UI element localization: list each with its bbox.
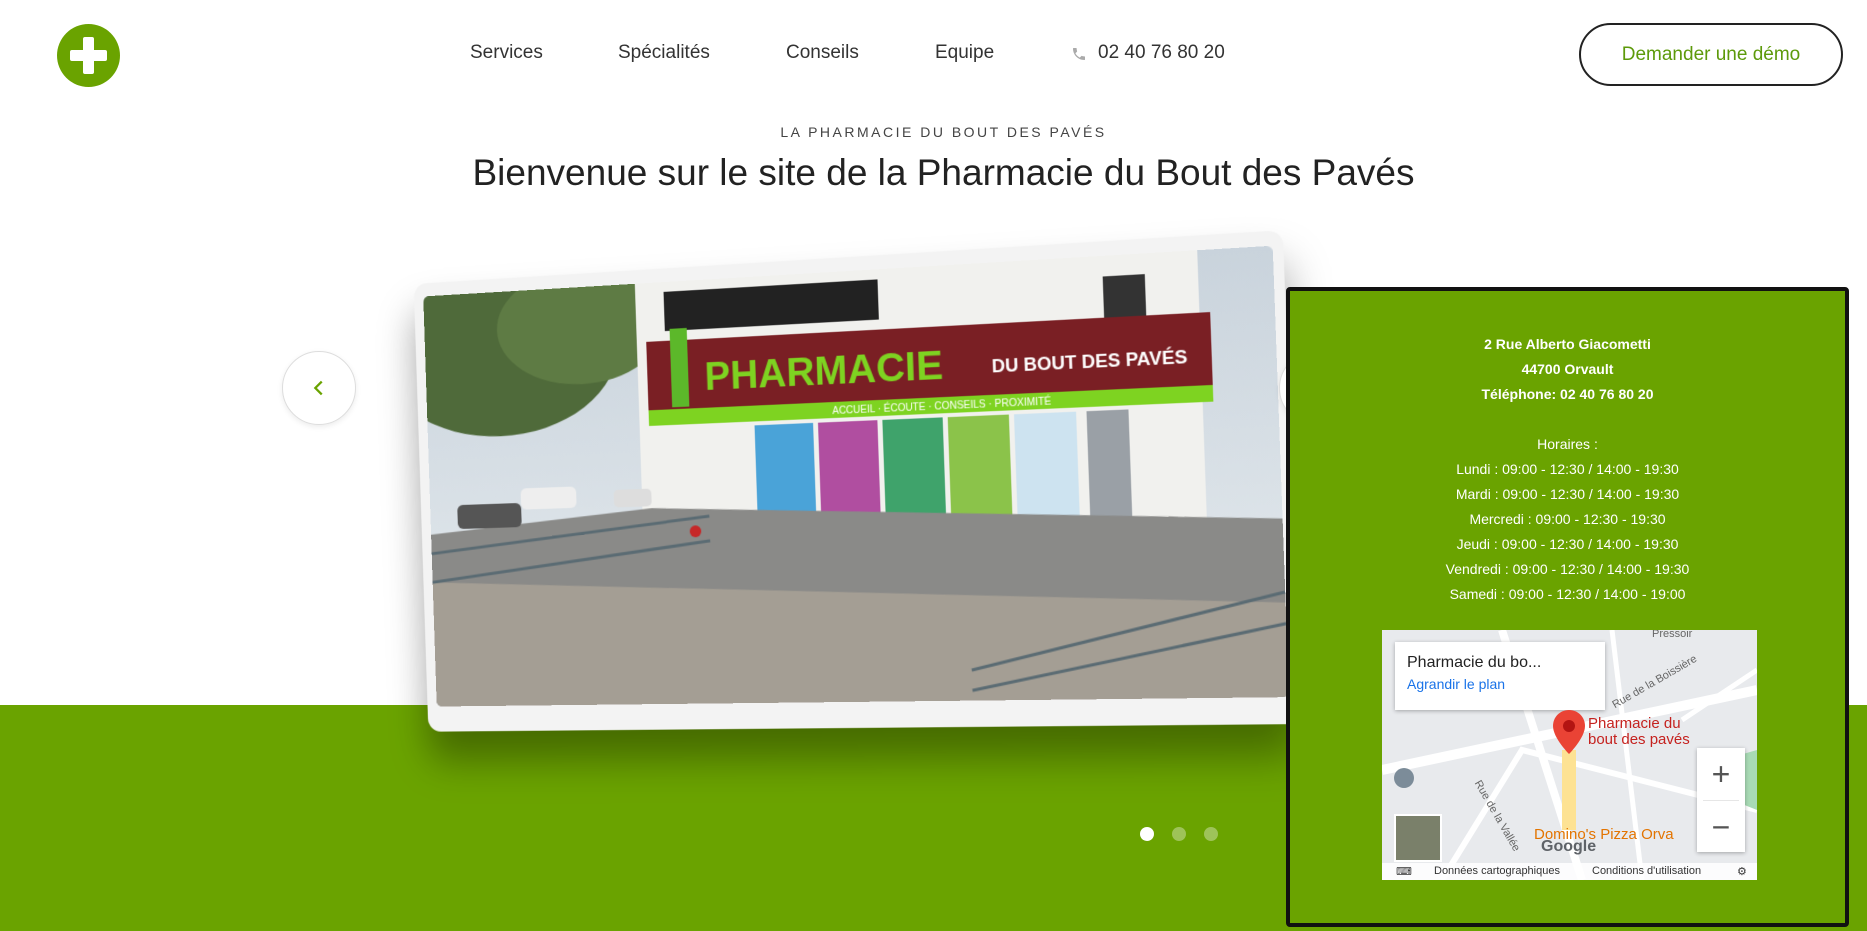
address-line-2: 44700 Orvault xyxy=(1521,361,1614,377)
carousel-prev-button[interactable] xyxy=(282,351,356,425)
map-pin-label-line2: bout des pavés xyxy=(1588,731,1690,748)
hours-title: Horaires : xyxy=(1537,436,1598,452)
pharmacy-photo: PHARMACIE DU BOUT DES PAVÉS ACCUEIL · ÉC… xyxy=(423,245,1290,707)
nav-conseils[interactable]: Conseils xyxy=(786,42,859,64)
hours-wednesday: Mercredi : 09:00 - 12:30 - 19:30 xyxy=(1469,511,1666,527)
report-bug-icon[interactable]: ⚙ xyxy=(1737,865,1747,878)
map-terms-link[interactable]: Conditions d'utilisation xyxy=(1592,865,1701,877)
demo-request-button[interactable]: Demander une démo xyxy=(1579,23,1843,86)
nav-services[interactable]: Services xyxy=(470,42,543,64)
keyboard-icon[interactable]: ⌨ xyxy=(1396,865,1412,878)
nav-phone[interactable]: 02 40 76 80 20 xyxy=(1098,42,1225,64)
carousel-dot-1[interactable] xyxy=(1140,827,1154,841)
carousel-dots xyxy=(1140,827,1218,841)
hours-tuesday: Mardi : 09:00 - 12:30 / 14:00 - 19:30 xyxy=(1455,486,1680,502)
hours-friday: Vendredi : 09:00 - 12:30 / 14:00 - 19:30 xyxy=(1445,561,1690,577)
map-pin-label-line1: Pharmacie du xyxy=(1588,715,1681,732)
road-label-pressoir: Pressoir xyxy=(1652,630,1693,640)
map-footer: ⌨ Données cartographiques Conditions d'u… xyxy=(1382,863,1757,880)
page-title: Bienvenue sur le site de la Pharmacie du… xyxy=(472,152,1415,193)
map-pin-label[interactable]: Pharmacie du bout des pavés xyxy=(1588,716,1690,748)
map-zoom-controls: + − xyxy=(1697,748,1745,852)
contact-info-panel: 2 Rue Alberto Giacometti 44700 Orvault T… xyxy=(1286,287,1849,927)
hours-saturday: Samedi : 09:00 - 12:30 / 14:00 - 19:00 xyxy=(1449,586,1686,602)
nav-specialites[interactable]: Spécialités xyxy=(618,42,710,64)
map-data-link[interactable]: Données cartographiques xyxy=(1434,865,1560,877)
enlarge-map-link[interactable]: Agrandir le plan xyxy=(1407,676,1593,692)
phone-line[interactable]: Téléphone: 02 40 76 80 20 xyxy=(1290,382,1845,407)
hero-eyebrow: LA PHARMACIE DU BOUT DES PAVÉS xyxy=(780,124,1107,140)
hours-thursday: Jeudi : 09:00 - 12:30 / 14:00 - 19:30 xyxy=(1456,536,1679,552)
map-place-title: Pharmacie du bo... xyxy=(1407,654,1542,671)
carousel-dot-3[interactable] xyxy=(1204,827,1218,841)
phone-icon xyxy=(1073,48,1085,60)
nav-equipe[interactable]: Equipe xyxy=(935,42,994,64)
google-logo: Google xyxy=(1541,838,1597,855)
map-pin-icon[interactable] xyxy=(1553,710,1585,754)
zoom-in-button[interactable]: + xyxy=(1697,748,1745,800)
google-map[interactable]: Rue de la Boissière Rue de la Vallée Pre… xyxy=(1382,630,1757,880)
hours-monday: Lundi : 09:00 - 12:30 / 14:00 - 19:30 xyxy=(1456,461,1679,477)
zoom-out-button[interactable]: − xyxy=(1697,801,1745,853)
address-line-1: 2 Rue Alberto Giacometti xyxy=(1484,336,1651,352)
map-place-card: Pharmacie du bo... Agrandir le plan xyxy=(1395,642,1605,710)
chevron-left-icon xyxy=(313,380,323,396)
satellite-toggle[interactable] xyxy=(1394,814,1442,862)
carousel-dot-2[interactable] xyxy=(1172,827,1186,841)
